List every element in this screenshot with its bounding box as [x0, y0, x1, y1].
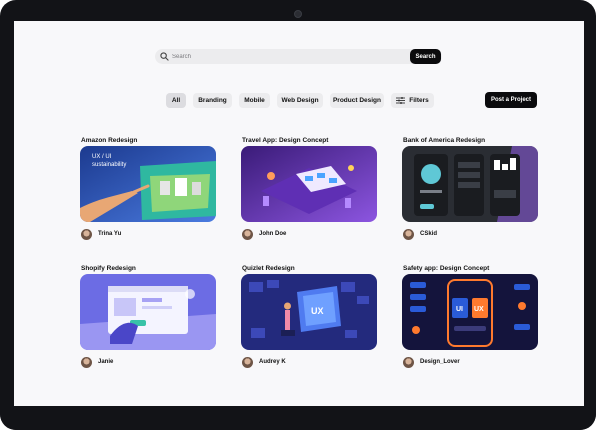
project-illustration — [402, 146, 538, 222]
filter-branding[interactable]: Branding — [193, 93, 232, 108]
card-thumbnail[interactable] — [241, 146, 377, 222]
card-author[interactable]: Trina Yu — [81, 228, 121, 240]
sliders-icon — [396, 97, 406, 104]
card-title: Bank of America Redesign — [403, 137, 486, 144]
thumb-text: UX — [311, 306, 324, 316]
card-author[interactable]: John Doe — [242, 228, 286, 240]
device-bezel-bottom — [0, 406, 596, 430]
thumb-text: UX — [474, 306, 484, 313]
card-title: Safety app: Design Concept — [403, 265, 490, 272]
avatar — [403, 228, 414, 240]
project-illustration — [241, 146, 377, 222]
author-name: Audrey K — [259, 359, 286, 365]
author-name: Janie — [98, 359, 114, 365]
card-title: Shopify Redesign — [81, 265, 136, 272]
card-title: Travel App: Design Concept — [242, 137, 329, 144]
card-thumbnail[interactable]: UX — [241, 274, 377, 350]
filter-web-design[interactable]: Web Design — [277, 93, 323, 108]
filter-label: Web Design — [281, 97, 319, 104]
avatar — [81, 356, 92, 368]
avatar — [403, 356, 414, 368]
thumb-text: UI — [456, 306, 463, 313]
card-title: Amazon Redesign — [81, 137, 138, 144]
project-illustration — [80, 274, 216, 350]
filter-label: Product Design — [332, 97, 382, 104]
filters-button[interactable]: Filters — [391, 93, 434, 108]
author-name: CSkid — [420, 231, 438, 237]
card-thumbnail[interactable] — [402, 146, 538, 222]
filter-mobile[interactable]: Mobile — [239, 93, 270, 108]
tablet-frame: Search All Branding Mobile Web Design Pr… — [0, 0, 596, 430]
thumb-text: sustainability — [92, 162, 126, 168]
author-name: Design_Lover — [420, 359, 460, 365]
search-input[interactable] — [172, 49, 412, 64]
search-icon — [160, 52, 169, 61]
card-author[interactable]: CSkid — [403, 228, 437, 240]
project-illustration: UX / UI sustainability — [80, 146, 216, 222]
card-author[interactable]: Design_Lover — [403, 356, 460, 368]
thumb-text: UX / UI — [92, 154, 112, 160]
card-thumbnail[interactable]: UX / UI sustainability — [80, 146, 216, 222]
camera-icon — [294, 10, 302, 18]
author-name: Trina Yu — [98, 231, 122, 237]
app-screen: Search All Branding Mobile Web Design Pr… — [14, 21, 584, 406]
card-author[interactable]: Audrey K — [242, 356, 286, 368]
filter-label: Filters — [409, 97, 429, 104]
card-title: Quizlet Redesign — [242, 265, 295, 272]
project-illustration: UX — [241, 274, 377, 350]
filter-label: All — [171, 97, 181, 104]
filter-label: Mobile — [244, 97, 265, 104]
search-button[interactable]: Search — [410, 49, 441, 64]
filter-product-design[interactable]: Product Design — [330, 93, 384, 108]
card-thumbnail[interactable] — [80, 274, 216, 350]
search-bar[interactable] — [155, 49, 442, 64]
avatar — [242, 228, 253, 240]
filter-label: Branding — [198, 97, 227, 104]
post-project-label: Post a Project — [490, 97, 531, 103]
card-author[interactable]: Janie — [81, 356, 113, 368]
post-project-button[interactable]: Post a Project — [485, 92, 537, 108]
avatar — [242, 356, 253, 368]
avatar — [81, 228, 92, 240]
project-illustration: UI UX — [402, 274, 538, 350]
author-name: John Doe — [259, 231, 287, 237]
card-thumbnail[interactable]: UI UX — [402, 274, 538, 350]
filter-all[interactable]: All — [166, 93, 186, 108]
